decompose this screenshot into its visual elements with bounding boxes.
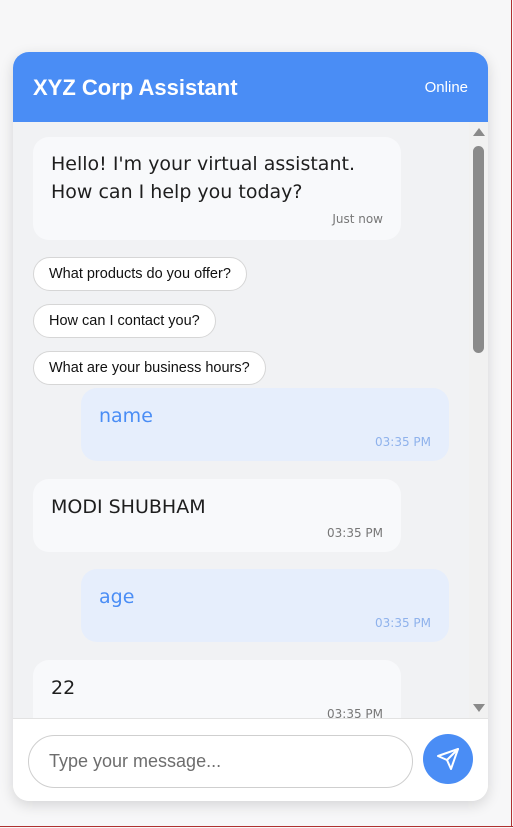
user-message: name 03:35 PM (81, 388, 449, 461)
message-time: 03:35 PM (327, 526, 383, 540)
chat-header: XYZ Corp Assistant Online (13, 52, 488, 122)
message-time: 03:35 PM (375, 435, 431, 449)
scroll-down-arrow[interactable] (473, 704, 485, 712)
send-button[interactable] (423, 734, 473, 784)
suggestion-chip[interactable]: What products do you offer? (33, 257, 247, 291)
message-time: Just now (332, 212, 383, 226)
send-icon (437, 748, 459, 770)
scroll-thumb[interactable] (473, 146, 484, 353)
message-text: MODI SHUBHAM (51, 496, 206, 518)
message-text: age (99, 586, 135, 608)
suggestion-chip[interactable]: How can I contact you? (33, 304, 216, 338)
chat-widget: XYZ Corp Assistant Online Hello! I'm you… (13, 52, 488, 801)
message-list[interactable]: Hello! I'm your virtual assistant. How c… (13, 122, 469, 718)
user-message: age 03:35 PM (81, 569, 449, 642)
message-text: name (99, 405, 153, 427)
message-text: 22 (51, 677, 76, 699)
scroll-up-arrow[interactable] (473, 128, 485, 136)
message-input[interactable] (28, 735, 413, 788)
status-indicator: Online (424, 79, 468, 96)
input-bar (13, 718, 488, 801)
bot-message: MODI SHUBHAM 03:35 PM (33, 479, 401, 552)
bot-message: 22 03:35 PM (33, 660, 401, 718)
message-time: 03:35 PM (327, 707, 383, 718)
page-border-right (511, 0, 512, 826)
suggestion-chip[interactable]: What are your business hours? (33, 351, 266, 385)
chat-title: XYZ Corp Assistant (33, 75, 238, 100)
bot-message: Hello! I'm your virtual assistant. How c… (33, 137, 401, 240)
message-text: Hello! I'm your virtual assistant. How c… (51, 153, 355, 203)
message-time: 03:35 PM (375, 616, 431, 630)
page-border-bottom (0, 826, 513, 827)
message-scrollbar[interactable] (469, 122, 488, 718)
